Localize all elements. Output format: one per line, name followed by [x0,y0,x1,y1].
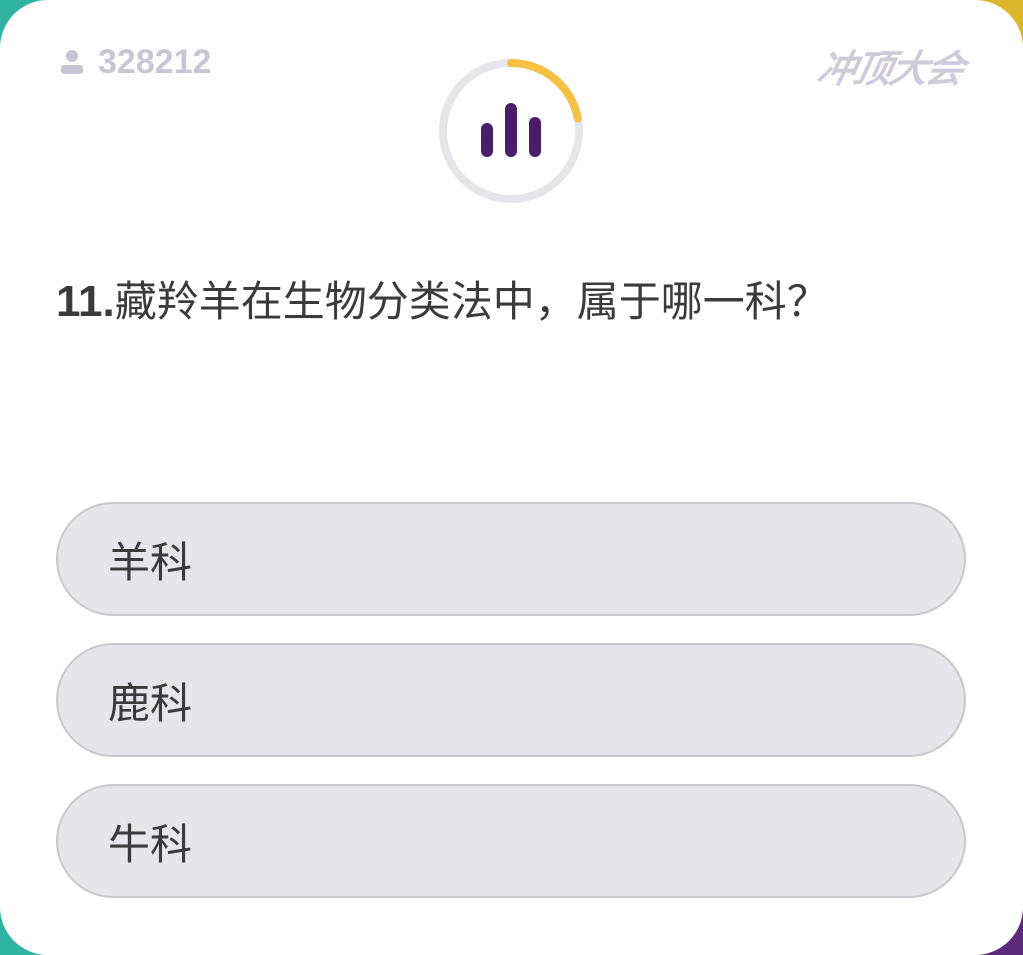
countdown-timer [439,59,583,203]
answer-option-label: 羊科 [108,537,193,587]
viewer-count: 328212 [60,40,211,84]
question-number: 11. [56,277,115,326]
question-card: 328212 冲顶大会 11.藏羚羊在生物分类法中，属于哪一科？ 羊科 鹿科 牛… [0,0,1023,955]
answer-option-3[interactable]: 牛科 [56,784,966,898]
answer-option-label: 鹿科 [108,678,193,728]
answer-option-label: 牛科 [108,819,193,869]
question-body: 藏羚羊在生物分类法中，属于哪一科？ [114,277,829,326]
viewer-count-value: 328212 [98,42,212,81]
question-text: 11.藏羚羊在生物分类法中，属于哪一科？ [56,262,936,342]
brand-logo: 冲顶大会 [813,47,967,91]
answer-option-2[interactable]: 鹿科 [56,643,966,757]
answer-option-1[interactable]: 羊科 [56,502,966,616]
person-icon [61,50,83,74]
bar-chart-icon [481,103,541,157]
